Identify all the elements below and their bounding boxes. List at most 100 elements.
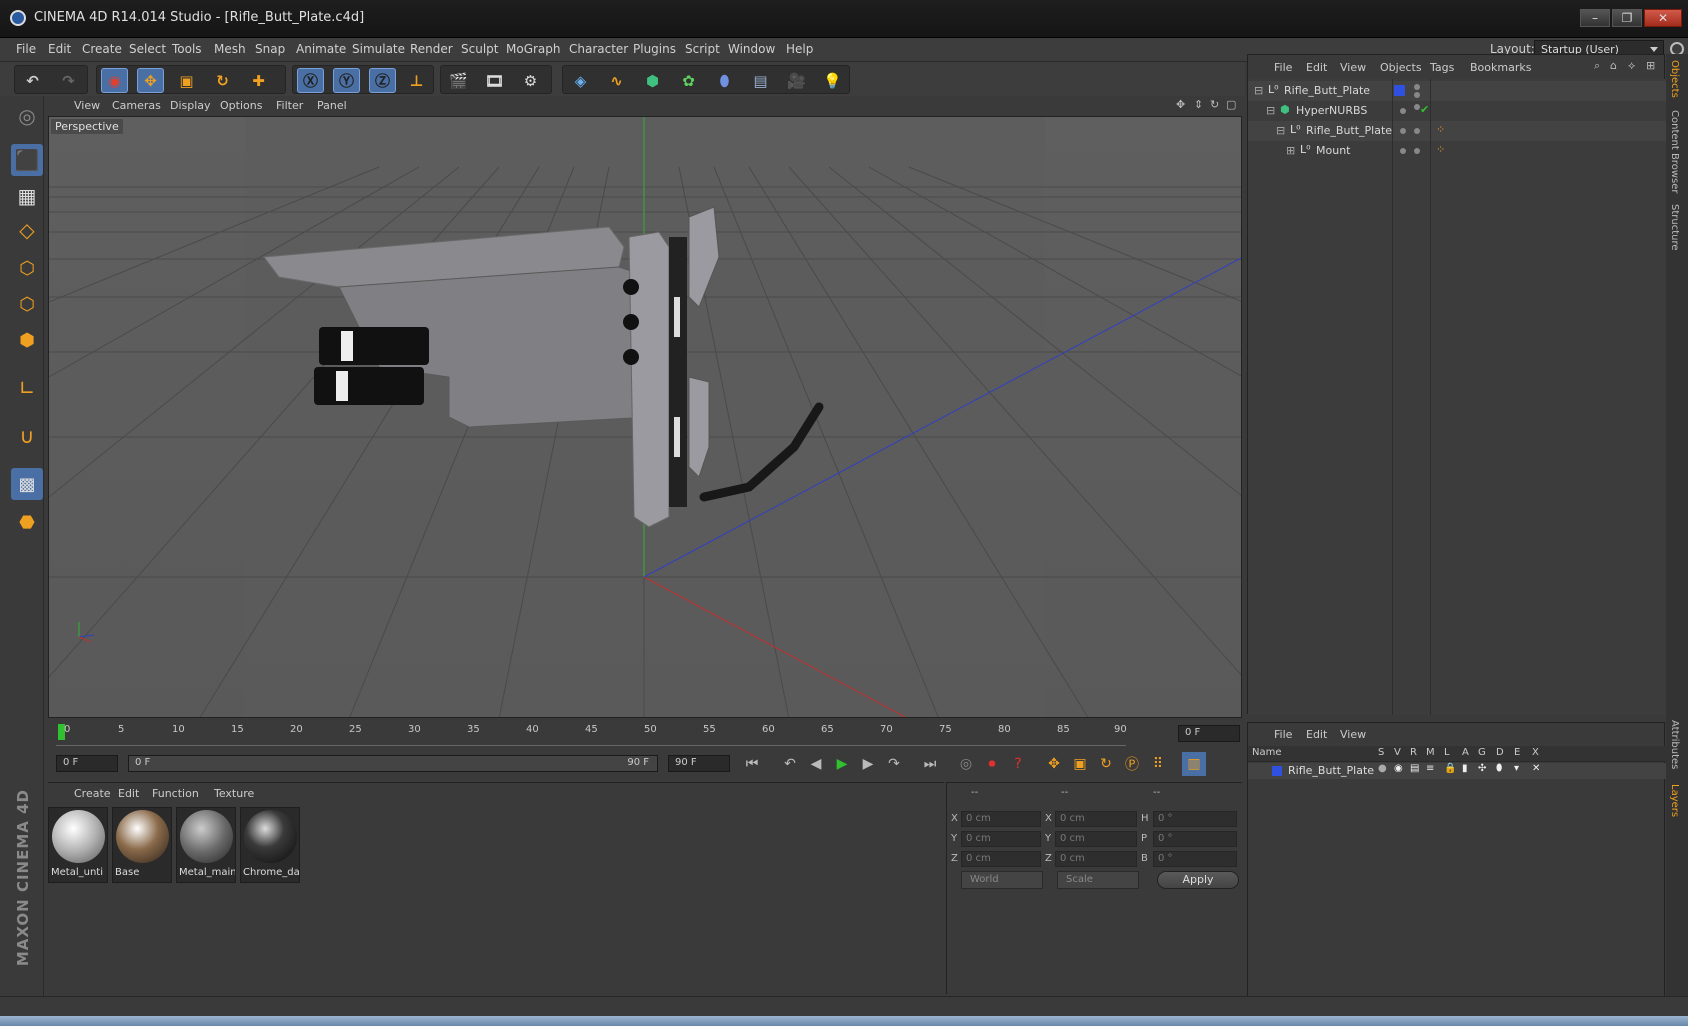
column-header[interactable]: Name bbox=[1252, 747, 1282, 758]
key-pla-icon[interactable]: ⠿ bbox=[1146, 752, 1170, 776]
timeline-track[interactable]: 0 5 10 15 20 25 30 35 40 45 50 55 60 65 … bbox=[56, 724, 1127, 746]
expand-icon[interactable]: ⊞ bbox=[1286, 144, 1295, 157]
locked-workplane-icon[interactable]: ⬣ bbox=[11, 506, 43, 538]
layer-row[interactable]: Rifle_Butt_Plate ● ◉ ▤ ≡ 🔒 ▮ ✣ ⬮ ▾ ✕ bbox=[1248, 763, 1666, 779]
menu-animate[interactable]: Animate bbox=[296, 42, 346, 56]
model-mode-icon[interactable]: ⬛ bbox=[11, 144, 43, 176]
solo-icon[interactable]: ● bbox=[1378, 763, 1387, 774]
tree-row[interactable]: ⊟ L⁰ Rifle_Butt_Plate ⁘ bbox=[1248, 121, 1666, 141]
restore-icon[interactable]: ❐ bbox=[1612, 9, 1642, 27]
search-icon[interactable]: ⌕ bbox=[1594, 59, 1600, 73]
tab-attributes[interactable]: Attributes bbox=[1669, 720, 1680, 769]
material-tag-icon[interactable]: ⁘ bbox=[1436, 143, 1445, 156]
previous-key-icon[interactable]: ↶ bbox=[778, 752, 802, 776]
up-icon[interactable]: ⟡ bbox=[1628, 59, 1635, 73]
objects-menu-file[interactable]: File bbox=[1274, 61, 1292, 74]
menu-help[interactable]: Help bbox=[786, 42, 813, 56]
objects-menu-bookmarks[interactable]: Bookmarks bbox=[1470, 61, 1531, 74]
objects-menu-edit[interactable]: Edit bbox=[1306, 61, 1327, 74]
texture-mode-icon[interactable]: ▦ bbox=[11, 180, 43, 212]
mograph-cloner-icon[interactable]: ✿ bbox=[675, 68, 702, 93]
material-tag-icon[interactable]: ⁘ bbox=[1436, 123, 1445, 136]
live-selection-icon[interactable]: ◉ bbox=[101, 68, 128, 93]
column-header[interactable]: V bbox=[1394, 747, 1401, 758]
z-axis-lock-icon[interactable]: Ⓩ bbox=[369, 68, 396, 93]
xref-icon[interactable]: ✕ bbox=[1532, 763, 1540, 774]
objects-menu-view[interactable]: View bbox=[1340, 61, 1366, 74]
lock-icon[interactable]: 🔒 bbox=[1444, 763, 1456, 774]
enabled-check-icon[interactable]: ✔ bbox=[1420, 103, 1429, 116]
axis-mode-icon[interactable]: ∟ bbox=[11, 372, 43, 404]
column-header[interactable]: A bbox=[1462, 747, 1469, 758]
dolly-icon[interactable]: ⇕ bbox=[1194, 98, 1203, 111]
previous-frame-icon[interactable]: ◀ bbox=[804, 752, 828, 776]
menu-file[interactable]: File bbox=[16, 42, 36, 56]
minimize-icon[interactable]: – bbox=[1580, 9, 1610, 27]
position-x-field[interactable]: 0 cm bbox=[961, 811, 1041, 827]
menu-window[interactable]: Window bbox=[728, 42, 775, 56]
undo-icon[interactable]: ↶ bbox=[19, 68, 46, 93]
tree-row[interactable]: ⊞ L⁰ Mount ⁘ bbox=[1248, 141, 1666, 161]
generators-icon[interactable]: ✣ bbox=[1478, 763, 1486, 774]
collapse-icon[interactable]: ⊟ bbox=[1266, 104, 1275, 117]
column-header[interactable]: R bbox=[1410, 747, 1417, 758]
start-frame-field[interactable]: 0 F bbox=[56, 755, 118, 772]
edges-mode-icon[interactable]: ⬡ bbox=[11, 288, 43, 320]
record-active-objects-icon[interactable]: ◎ bbox=[954, 752, 978, 776]
column-header[interactable]: D bbox=[1496, 747, 1504, 758]
menu-script[interactable]: Script bbox=[685, 42, 720, 56]
material-swatch[interactable]: Base bbox=[112, 807, 172, 883]
render-settings-icon[interactable]: ⚙ bbox=[517, 68, 544, 93]
next-frame-icon[interactable]: ▶ bbox=[856, 752, 880, 776]
menu-mesh[interactable]: Mesh bbox=[214, 42, 246, 56]
editor-visibility-dot[interactable] bbox=[1400, 128, 1406, 134]
current-frame-field[interactable]: 0 F bbox=[1178, 725, 1240, 742]
keyframe-selection-icon[interactable]: ? bbox=[1006, 752, 1030, 776]
render-visibility-dot[interactable] bbox=[1414, 92, 1420, 98]
key-rotation-icon[interactable]: ↻ bbox=[1094, 752, 1118, 776]
key-parameter-icon[interactable]: Ⓟ bbox=[1120, 752, 1144, 776]
coordinate-system-icon[interactable]: ⊥ bbox=[403, 68, 430, 93]
workplane-lock-icon[interactable]: ▩ bbox=[11, 468, 43, 500]
material-menu-edit[interactable]: Edit bbox=[118, 787, 139, 800]
column-header[interactable]: G bbox=[1478, 747, 1486, 758]
orbit-icon[interactable]: ↻ bbox=[1210, 98, 1219, 111]
menu-sculpt[interactable]: Sculpt bbox=[461, 42, 498, 56]
tree-row[interactable]: ⊟ ⬢ HyperNURBS ✔ bbox=[1248, 101, 1666, 121]
close-icon[interactable]: ✕ bbox=[1644, 9, 1682, 27]
make-editable-icon[interactable]: ◎ bbox=[11, 100, 43, 132]
light-icon[interactable]: 💡 bbox=[819, 68, 846, 93]
snap-magnet-icon[interactable]: ∪ bbox=[11, 420, 43, 452]
menu-create[interactable]: Create bbox=[82, 42, 122, 56]
tab-layers[interactable]: Layers bbox=[1669, 784, 1680, 817]
tab-objects[interactable]: Objects bbox=[1669, 60, 1680, 98]
frame-range-slider[interactable]: 0 F 90 F bbox=[128, 755, 658, 772]
go-to-start-icon[interactable]: ⏮ bbox=[740, 752, 764, 776]
move-icon[interactable]: ✥ bbox=[137, 68, 164, 93]
material-swatch[interactable]: Metal_unti bbox=[48, 807, 108, 883]
collapse-icon[interactable]: ⊟ bbox=[1276, 124, 1285, 137]
camera-icon[interactable]: 🎥 bbox=[783, 68, 810, 93]
render-picture-viewer-icon[interactable]: 🎞 bbox=[481, 68, 508, 93]
tab-structure[interactable]: Structure bbox=[1669, 204, 1680, 251]
rotation-h-field[interactable]: 0 ° bbox=[1153, 811, 1237, 827]
material-menu-texture[interactable]: Texture bbox=[214, 787, 254, 800]
points-mode-icon[interactable]: ⬡ bbox=[11, 252, 43, 284]
workplane-mode-icon[interactable]: ◇ bbox=[11, 214, 43, 246]
key-scale-icon[interactable]: ▣ bbox=[1068, 752, 1092, 776]
timeline-ruler[interactable]: 0 5 10 15 20 25 30 35 40 45 50 55 60 65 … bbox=[48, 720, 1242, 750]
perspective-viewport[interactable]: Perspective bbox=[48, 116, 1242, 718]
deformers-icon[interactable]: ⬮ bbox=[1496, 763, 1502, 774]
size-x-field[interactable]: 0 cm bbox=[1055, 811, 1137, 827]
cube-primitive-icon[interactable]: ◈ bbox=[567, 68, 594, 93]
x-axis-lock-icon[interactable]: Ⓧ bbox=[297, 68, 324, 93]
render-view-icon[interactable]: 🎬 bbox=[445, 68, 472, 93]
objects-menu-tags[interactable]: Tags bbox=[1430, 61, 1454, 74]
layer-color-swatch[interactable] bbox=[1272, 766, 1282, 776]
rotate-icon[interactable]: ↻ bbox=[209, 68, 236, 93]
menu-snap[interactable]: Snap bbox=[255, 42, 285, 56]
layers-menu-edit[interactable]: Edit bbox=[1306, 728, 1327, 741]
material-swatch[interactable]: Chrome_da bbox=[240, 807, 300, 883]
menu-render[interactable]: Render bbox=[410, 42, 453, 56]
home-icon[interactable]: ⌂ bbox=[1610, 59, 1617, 72]
